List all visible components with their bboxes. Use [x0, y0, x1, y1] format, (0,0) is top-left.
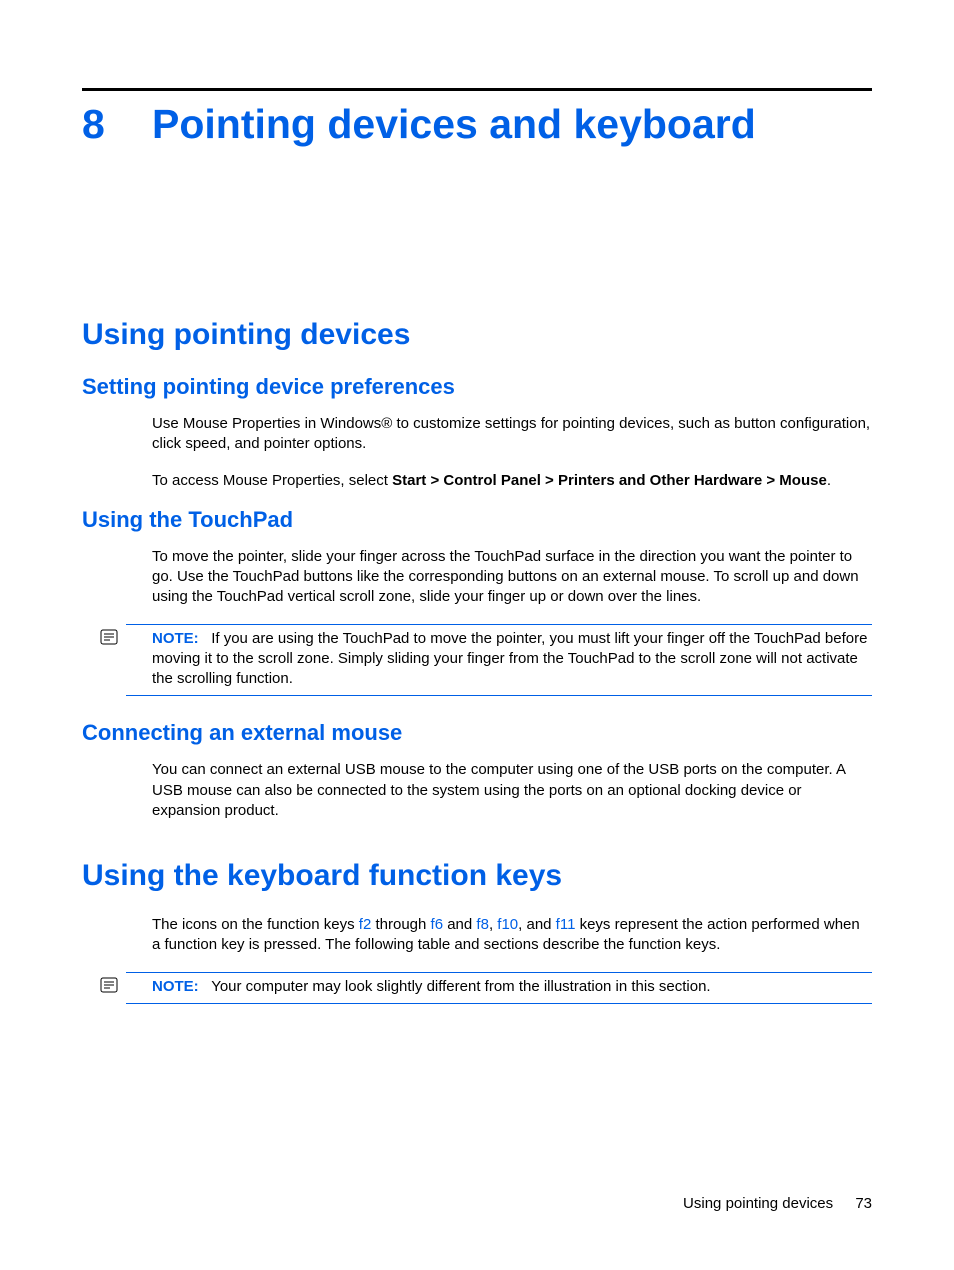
note-box: NOTE: Your computer may look slightly di…	[126, 972, 872, 1004]
note-icon	[100, 629, 118, 645]
fkey-f2: f2	[359, 916, 372, 933]
page-number: 73	[855, 1195, 872, 1212]
note-text: Your computer may look slightly differen…	[211, 978, 710, 995]
note-label: NOTE:	[152, 630, 199, 647]
page-footer: Using pointing devices 73	[683, 1195, 872, 1212]
fkey-f11: f11	[556, 916, 576, 933]
fkey-f10: f10	[497, 916, 518, 933]
section-using-pointing-devices: Using pointing devices	[82, 318, 872, 352]
bold-path: Start > Control Panel > Printers and Oth…	[392, 472, 827, 489]
note-text: If you are using the TouchPad to move th…	[152, 630, 867, 688]
footer-text: Using pointing devices	[683, 1195, 833, 1212]
note-box: NOTE: If you are using the TouchPad to m…	[126, 624, 872, 697]
chapter-heading: 8 Pointing devices and keyboard	[82, 101, 872, 148]
text: , and	[518, 916, 556, 933]
note-label: NOTE:	[152, 978, 199, 995]
subsection-setting-preferences: Setting pointing device preferences	[82, 374, 872, 400]
text: The icons on the function keys	[152, 916, 359, 933]
fkey-f8: f8	[476, 916, 489, 933]
chapter-number: 8	[82, 101, 152, 148]
text: and	[443, 916, 476, 933]
text: through	[371, 916, 430, 933]
paragraph: Use Mouse Properties in Windows® to cust…	[152, 414, 872, 455]
fkey-f6: f6	[431, 916, 444, 933]
paragraph: To move the pointer, slide your finger a…	[152, 547, 872, 608]
paragraph: The icons on the function keys f2 throug…	[152, 915, 872, 956]
subsection-using-touchpad: Using the TouchPad	[82, 507, 872, 533]
note-icon	[100, 977, 118, 993]
chapter-title: Pointing devices and keyboard	[152, 101, 756, 148]
paragraph: To access Mouse Properties, select Start…	[152, 471, 872, 491]
subsection-connecting-mouse: Connecting an external mouse	[82, 720, 872, 746]
text: To access Mouse Properties, select	[152, 472, 392, 489]
paragraph: You can connect an external USB mouse to…	[152, 760, 872, 821]
text: .	[827, 472, 831, 489]
top-rule	[82, 88, 872, 91]
section-using-function-keys: Using the keyboard function keys	[82, 859, 872, 893]
